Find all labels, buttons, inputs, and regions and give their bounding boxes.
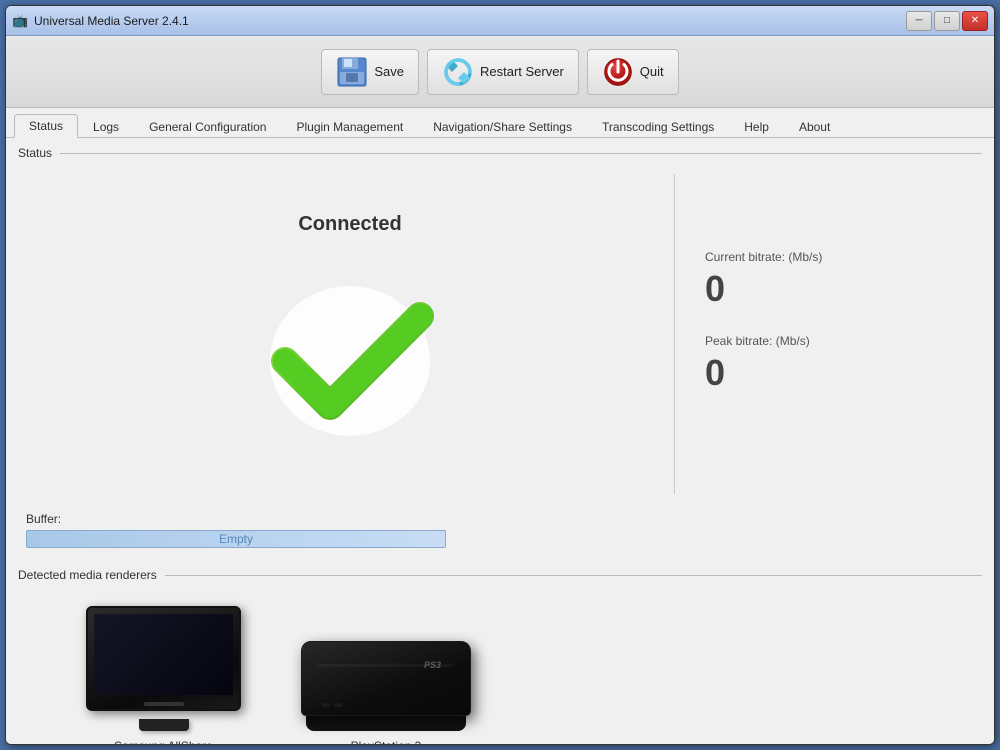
tab-logs[interactable]: Logs xyxy=(78,115,134,138)
peak-bitrate-value: 0 xyxy=(705,352,974,394)
window-controls: ─ □ ✕ xyxy=(906,11,988,31)
renderers-area: Samsung AllShare PS3 xyxy=(6,586,994,744)
ps3-image: PS3 xyxy=(301,631,471,731)
current-bitrate-label: Current bitrate: (Mb/s) xyxy=(705,250,974,264)
status-section-header: Status xyxy=(6,138,994,164)
list-item: Samsung AllShare xyxy=(86,606,241,744)
status-area: Connected xyxy=(6,164,994,504)
quit-button[interactable]: Quit xyxy=(587,49,679,95)
ps3-label: PlayStation 3 xyxy=(351,739,422,744)
samsung-tv-image xyxy=(86,606,241,731)
save-icon xyxy=(336,56,368,88)
save-label: Save xyxy=(374,64,404,79)
close-button[interactable]: ✕ xyxy=(962,11,988,31)
renderers-section-header: Detected media renderers xyxy=(6,560,994,586)
buffer-status: Empty xyxy=(219,532,253,546)
status-left-panel: Connected xyxy=(26,174,674,494)
main-content: Status Connected xyxy=(6,138,994,744)
list-item: PS3 PlayStation 3 xyxy=(301,631,471,744)
save-button[interactable]: Save xyxy=(321,49,419,95)
minimize-button[interactable]: ─ xyxy=(906,11,932,31)
restart-icon xyxy=(442,56,474,88)
restart-label: Restart Server xyxy=(480,64,564,79)
checkmark-icon xyxy=(255,261,445,451)
current-bitrate-value: 0 xyxy=(705,268,974,310)
title-bar: 📺 Universal Media Server 2.4.1 ─ □ ✕ xyxy=(6,6,994,36)
connection-status: Connected xyxy=(298,213,401,236)
buffer-bar: Empty xyxy=(26,530,446,548)
tab-plugin-management[interactable]: Plugin Management xyxy=(281,115,418,138)
app-icon: 📺 xyxy=(12,13,28,29)
tab-status[interactable]: Status xyxy=(14,114,78,138)
samsung-label: Samsung AllShare xyxy=(114,739,213,744)
title-bar-left: 📺 Universal Media Server 2.4.1 xyxy=(12,13,189,29)
status-section-title: Status xyxy=(18,146,52,160)
tab-transcoding-settings[interactable]: Transcoding Settings xyxy=(587,115,729,138)
tab-general-configuration[interactable]: General Configuration xyxy=(134,115,281,138)
checkmark-container xyxy=(250,256,450,456)
quit-label: Quit xyxy=(640,64,664,79)
tab-about[interactable]: About xyxy=(784,115,845,138)
restart-server-button[interactable]: Restart Server xyxy=(427,49,579,95)
buffer-label: Buffer: xyxy=(26,512,974,526)
tab-help[interactable]: Help xyxy=(729,115,784,138)
tab-navigation-share-settings[interactable]: Navigation/Share Settings xyxy=(418,115,587,138)
main-window: 📺 Universal Media Server 2.4.1 ─ □ ✕ xyxy=(5,5,995,745)
renderers-section-title: Detected media renderers xyxy=(18,568,157,582)
peak-bitrate-label: Peak bitrate: (Mb/s) xyxy=(705,334,974,348)
tab-bar: Status Logs General Configuration Plugin… xyxy=(6,108,994,138)
toolbar: Save Restart Server xyxy=(6,36,994,108)
maximize-button[interactable]: □ xyxy=(934,11,960,31)
buffer-section: Buffer: Empty xyxy=(6,504,994,560)
quit-icon xyxy=(602,56,634,88)
renderers-section: Detected media renderers xyxy=(6,560,994,744)
status-right-panel: Current bitrate: (Mb/s) 0 Peak bitrate: … xyxy=(674,174,974,494)
window-title: Universal Media Server 2.4.1 xyxy=(34,14,189,28)
